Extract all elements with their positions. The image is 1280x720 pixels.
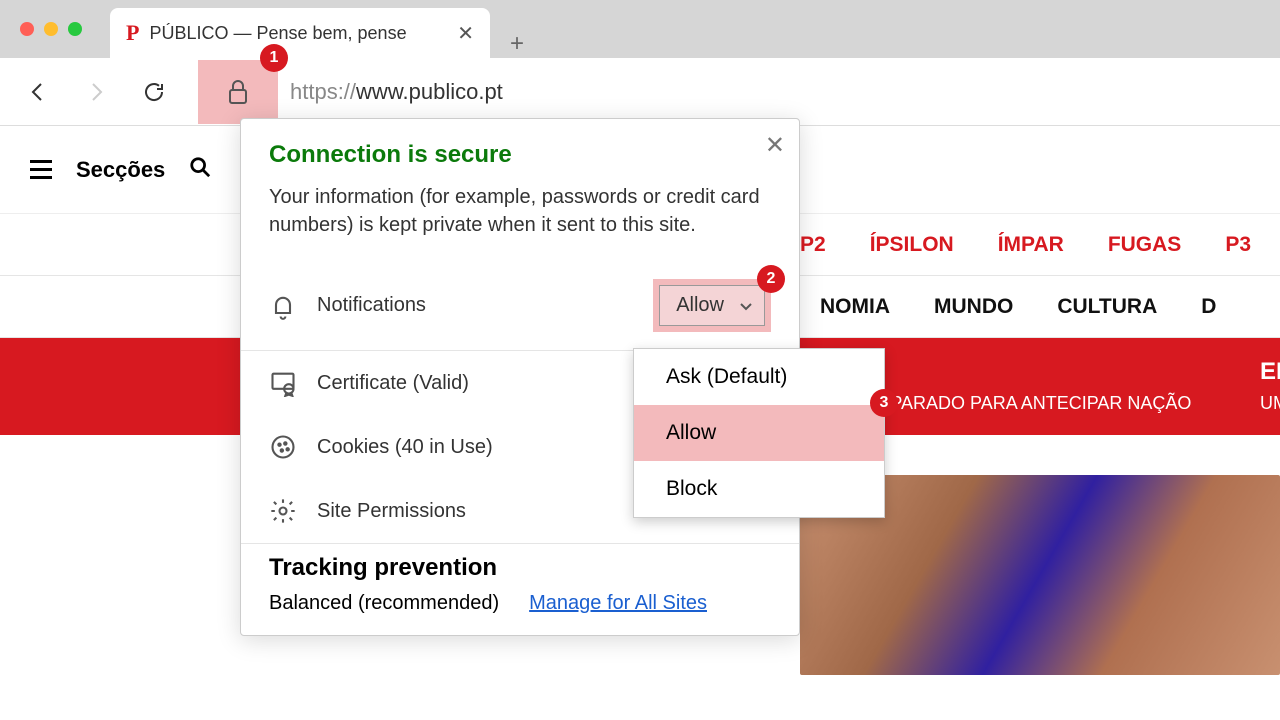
minimize-window-button[interactable] (44, 22, 58, 36)
notifications-label: Notifications (317, 294, 633, 317)
notifications-select[interactable]: Allow (659, 285, 765, 326)
popup-description: Your information (for example, passwords… (269, 183, 771, 239)
tab-strip: P PÚBLICO — Pense bem, pense ✕ + (110, 0, 524, 58)
maximize-window-button[interactable] (68, 22, 82, 36)
popup-title: Connection is secure (269, 141, 771, 169)
cookie-icon (269, 433, 297, 461)
manage-sites-link[interactable]: Manage for All Sites (529, 592, 707, 615)
nav-link[interactable]: P2 (800, 233, 826, 257)
notifications-dropdown: Ask (Default) Allow 3 Block (633, 348, 885, 518)
dropdown-option-block[interactable]: Block (634, 461, 884, 517)
tab-title: PÚBLICO — Pense bem, pense (149, 23, 447, 44)
browser-titlebar: P PÚBLICO — Pense bem, pense ✕ + (0, 0, 1280, 58)
chevron-down-icon (738, 298, 754, 314)
close-tab-icon[interactable]: ✕ (457, 21, 474, 46)
site-identity-button[interactable]: 1 (198, 60, 278, 124)
notifications-row: Notifications Allow 2 (241, 261, 799, 350)
nav-link[interactable]: D (1201, 295, 1216, 319)
sections-label[interactable]: Secções (76, 157, 165, 183)
nav-link[interactable]: FUGAS (1108, 233, 1182, 257)
back-button[interactable] (24, 78, 52, 106)
nav-link[interactable]: ÍMPAR (998, 233, 1064, 257)
certificate-icon (269, 369, 297, 397)
bell-icon (269, 292, 297, 320)
nav-link[interactable]: P3 (1225, 233, 1251, 257)
callout-badge-1: 1 (260, 44, 288, 72)
reload-button[interactable] (140, 78, 168, 106)
browser-tab[interactable]: P PÚBLICO — Pense bem, pense ✕ (110, 8, 490, 58)
gear-icon (269, 497, 297, 525)
hamburger-icon[interactable] (30, 160, 52, 179)
browser-toolbar: 1 https://www.publico.pt (0, 58, 1280, 126)
favicon: P (126, 20, 139, 46)
dropdown-option-allow[interactable]: Allow 3 (634, 405, 884, 461)
tracking-mode: Balanced (recommended) (269, 592, 499, 615)
nav-link[interactable]: CULTURA (1057, 295, 1157, 319)
url-text: https://www.publico.pt (290, 79, 503, 105)
window-controls (20, 22, 82, 36)
band-title: EM (1260, 358, 1280, 386)
close-window-button[interactable] (20, 22, 34, 36)
new-tab-button[interactable]: + (510, 30, 524, 58)
tracking-heading: Tracking prevention (269, 554, 771, 582)
search-icon[interactable] (189, 156, 211, 183)
dropdown-option-ask[interactable]: Ask (Default) (634, 349, 884, 405)
forward-button[interactable] (82, 78, 110, 106)
callout-badge-3: 3 (870, 389, 898, 417)
close-icon[interactable]: ✕ (765, 131, 785, 160)
nav-link[interactable]: MUNDO (934, 295, 1013, 319)
nav-link[interactable]: ÍPSILON (870, 233, 954, 257)
address-bar[interactable]: 1 https://www.publico.pt (198, 60, 1256, 124)
nav-link[interactable]: NOMIA (820, 295, 890, 319)
notifications-select-highlight: Allow 2 (653, 279, 771, 332)
band-body: UM PAN (1260, 392, 1280, 415)
callout-badge-2: 2 (757, 265, 785, 293)
